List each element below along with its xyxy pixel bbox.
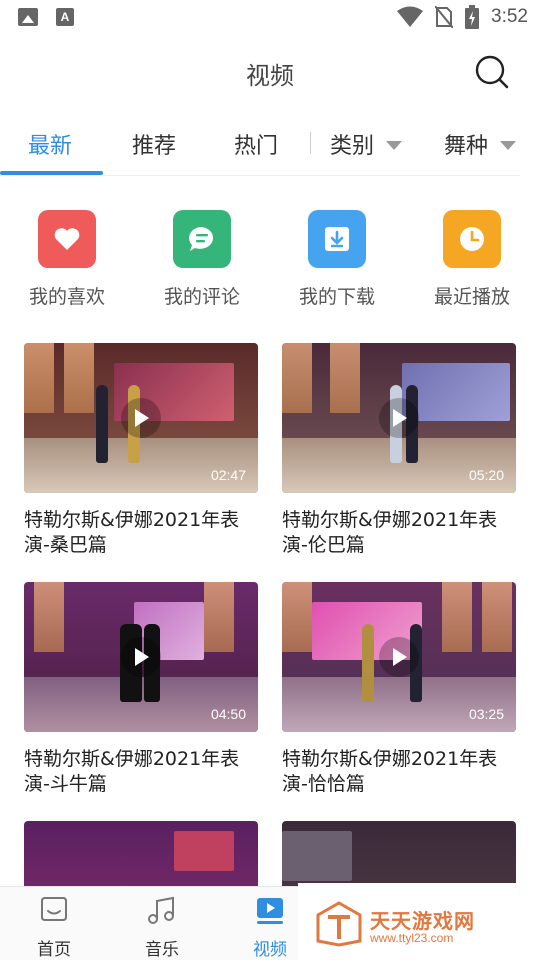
nav-home[interactable]: 首页 (14, 895, 94, 960)
clock-icon (443, 210, 501, 268)
video-thumbnail: 04:50 (24, 582, 258, 732)
wifi-icon (397, 6, 424, 27)
comment-icon (173, 210, 231, 268)
active-tab-indicator (0, 171, 103, 175)
play-icon (135, 648, 149, 666)
video-card[interactable]: 03:25 特勒尔斯&伊娜2021年表演-恰恰篇 (282, 582, 516, 797)
home-icon (41, 897, 67, 921)
video-card[interactable] (24, 821, 258, 886)
recently-played-button[interactable]: 最近播放 (417, 210, 527, 309)
video-card[interactable]: 04:50 特勒尔斯&伊娜2021年表演-斗牛篇 (24, 582, 258, 797)
video-thumbnail: 02:47 (24, 343, 258, 493)
tab-dance-type-dropdown[interactable]: 舞种 (444, 128, 517, 160)
video-duration: 03:25 (468, 706, 504, 722)
video-card[interactable] (282, 821, 516, 886)
no-sim-icon (435, 6, 454, 28)
bottom-navigation: 首页 音乐 视频 (0, 886, 298, 960)
watermark-logo-icon (316, 901, 362, 947)
tab-popular[interactable]: 热门 (234, 128, 278, 160)
play-icon (393, 409, 407, 427)
image-notification-icon (18, 8, 38, 26)
tab-latest[interactable]: 最新 (28, 128, 72, 160)
page-title: 视频 (246, 62, 294, 90)
video-icon (257, 898, 283, 924)
play-icon (393, 648, 407, 666)
tab-divider (310, 132, 311, 154)
video-thumbnail: 03:25 (282, 582, 516, 732)
status-bar: A 3:52 (0, 0, 540, 38)
watermark: 天天游戏网 www.ttyl23.com (298, 883, 540, 960)
search-button[interactable] (474, 54, 510, 90)
video-thumbnail: 05:20 (282, 343, 516, 493)
video-duration: 05:20 (468, 467, 504, 483)
my-favorites-button[interactable]: 我的喜欢 (12, 210, 122, 309)
chevron-down-icon (386, 140, 403, 150)
music-icon (148, 896, 174, 924)
heart-icon (38, 210, 96, 268)
category-tabs: 最新 推荐 热门 类别 舞种 (0, 112, 520, 176)
chevron-down-icon (500, 140, 517, 150)
my-downloads-button[interactable]: 我的下载 (282, 210, 392, 309)
download-icon (308, 210, 366, 268)
nav-music[interactable]: 音乐 (122, 895, 202, 960)
video-thumbnail (282, 821, 516, 886)
video-card[interactable]: 05:20 特勒尔斯&伊娜2021年表演-伦巴篇 (282, 343, 516, 558)
quick-actions: 我的喜欢 我的评论 我的下载 最近播放 (0, 210, 540, 310)
search-icon (475, 55, 509, 89)
video-title: 特勒尔斯&伊娜2021年表演-桑巴篇 (24, 509, 240, 556)
app-notification-icon: A (56, 8, 74, 26)
video-title: 特勒尔斯&伊娜2021年表演-恰恰篇 (282, 748, 498, 795)
tab-recommended[interactable]: 推荐 (132, 128, 176, 160)
header: 视频 (0, 38, 540, 108)
video-duration: 04:50 (210, 706, 246, 722)
battery-icon (465, 5, 480, 29)
tab-category-dropdown[interactable]: 类别 (330, 128, 403, 160)
video-title: 特勒尔斯&伊娜2021年表演-斗牛篇 (24, 748, 240, 795)
my-comments-button[interactable]: 我的评论 (147, 210, 257, 309)
clock-time: 3:52 (491, 6, 528, 27)
video-card[interactable]: 02:47 特勒尔斯&伊娜2021年表演-桑巴篇 (24, 343, 258, 558)
play-icon (135, 409, 149, 427)
video-thumbnail (24, 821, 258, 886)
video-duration: 02:47 (210, 467, 246, 483)
video-title: 特勒尔斯&伊娜2021年表演-伦巴篇 (282, 509, 498, 556)
